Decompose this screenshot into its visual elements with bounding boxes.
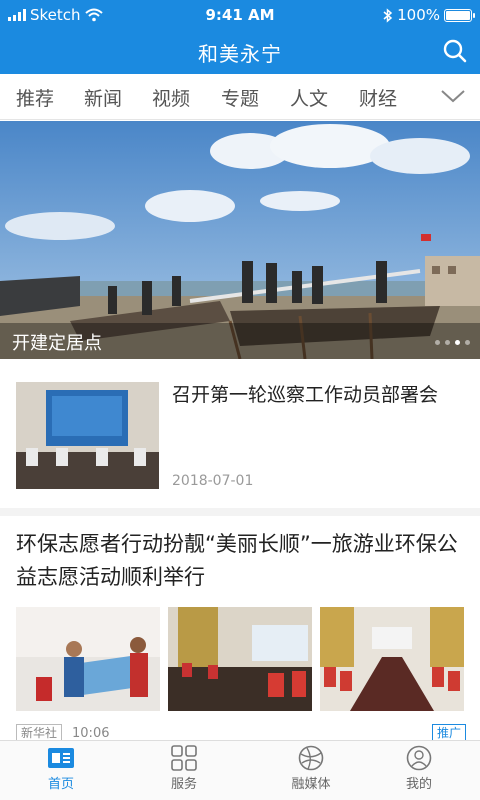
category-tabs: 推荐 新闻 视频 专题 人文 财经 <box>0 74 480 120</box>
carousel-dot[interactable] <box>435 340 440 345</box>
news-headline: 召开第一轮巡察工作动员部署会 <box>172 384 439 406</box>
app-title: 和美永宁 <box>198 42 282 66</box>
hero-caption: 开建定居点 <box>12 333 102 354</box>
news-thumbnail <box>16 607 160 711</box>
nav-profile[interactable]: 我的 <box>379 745 459 792</box>
nav-home[interactable]: 首页 <box>21 745 101 792</box>
nav-home-label: 首页 <box>47 777 74 792</box>
news-time: 10:06 <box>72 725 110 741</box>
tab-news[interactable]: 新闻 <box>84 84 122 111</box>
globe-icon <box>298 745 324 771</box>
tab-recommend[interactable]: 推荐 <box>16 84 54 111</box>
bluetooth-icon <box>383 7 393 23</box>
nav-media[interactable]: 融媒体 <box>271 745 351 792</box>
nav-profile-label: 我的 <box>405 777 432 792</box>
search-icon[interactable] <box>442 38 468 64</box>
news-thumbnail <box>168 607 312 711</box>
tab-culture[interactable]: 人文 <box>290 84 328 111</box>
battery-icon <box>444 8 475 22</box>
carousel-dot[interactable] <box>465 340 470 345</box>
tab-finance[interactable]: 财经 <box>359 84 397 111</box>
tab-video[interactable]: 视频 <box>152 84 190 111</box>
carousel-indicator <box>435 340 470 345</box>
hero-caption-bar: 开建定居点 <box>0 323 480 359</box>
carousel-dot[interactable] <box>455 340 460 345</box>
nav-services[interactable]: 服务 <box>144 745 224 792</box>
news-item[interactable]: 召开第一轮巡察工作动员部署会 2018-07-01 <box>0 360 480 508</box>
grid-icon <box>171 745 197 771</box>
chevron-down-icon[interactable] <box>440 84 466 108</box>
nav-services-label: 服务 <box>170 777 197 792</box>
nav-media-label: 融媒体 <box>291 777 331 792</box>
news-thumbnail <box>320 607 464 711</box>
app-header: 和美永宁 <box>0 30 480 74</box>
carousel-dot[interactable] <box>445 340 450 345</box>
home-news-icon <box>48 748 74 768</box>
user-icon <box>406 745 432 771</box>
status-bar: Sketch 9:41 AM 100% <box>0 0 480 30</box>
battery-percent: 100% <box>397 6 440 24</box>
news-headline: 环保志愿者行动扮靓“美丽长顺”一旅游业环保公益志愿活动顺利举行 <box>16 532 458 589</box>
section-divider <box>0 508 480 516</box>
news-thumbnail <box>16 382 159 489</box>
bottom-nav: 首页 服务 融媒体 我的 <box>0 740 480 800</box>
tab-topics[interactable]: 专题 <box>221 84 259 111</box>
news-date: 2018-07-01 <box>172 473 254 489</box>
hero-carousel[interactable]: 开建定居点 <box>0 121 480 359</box>
